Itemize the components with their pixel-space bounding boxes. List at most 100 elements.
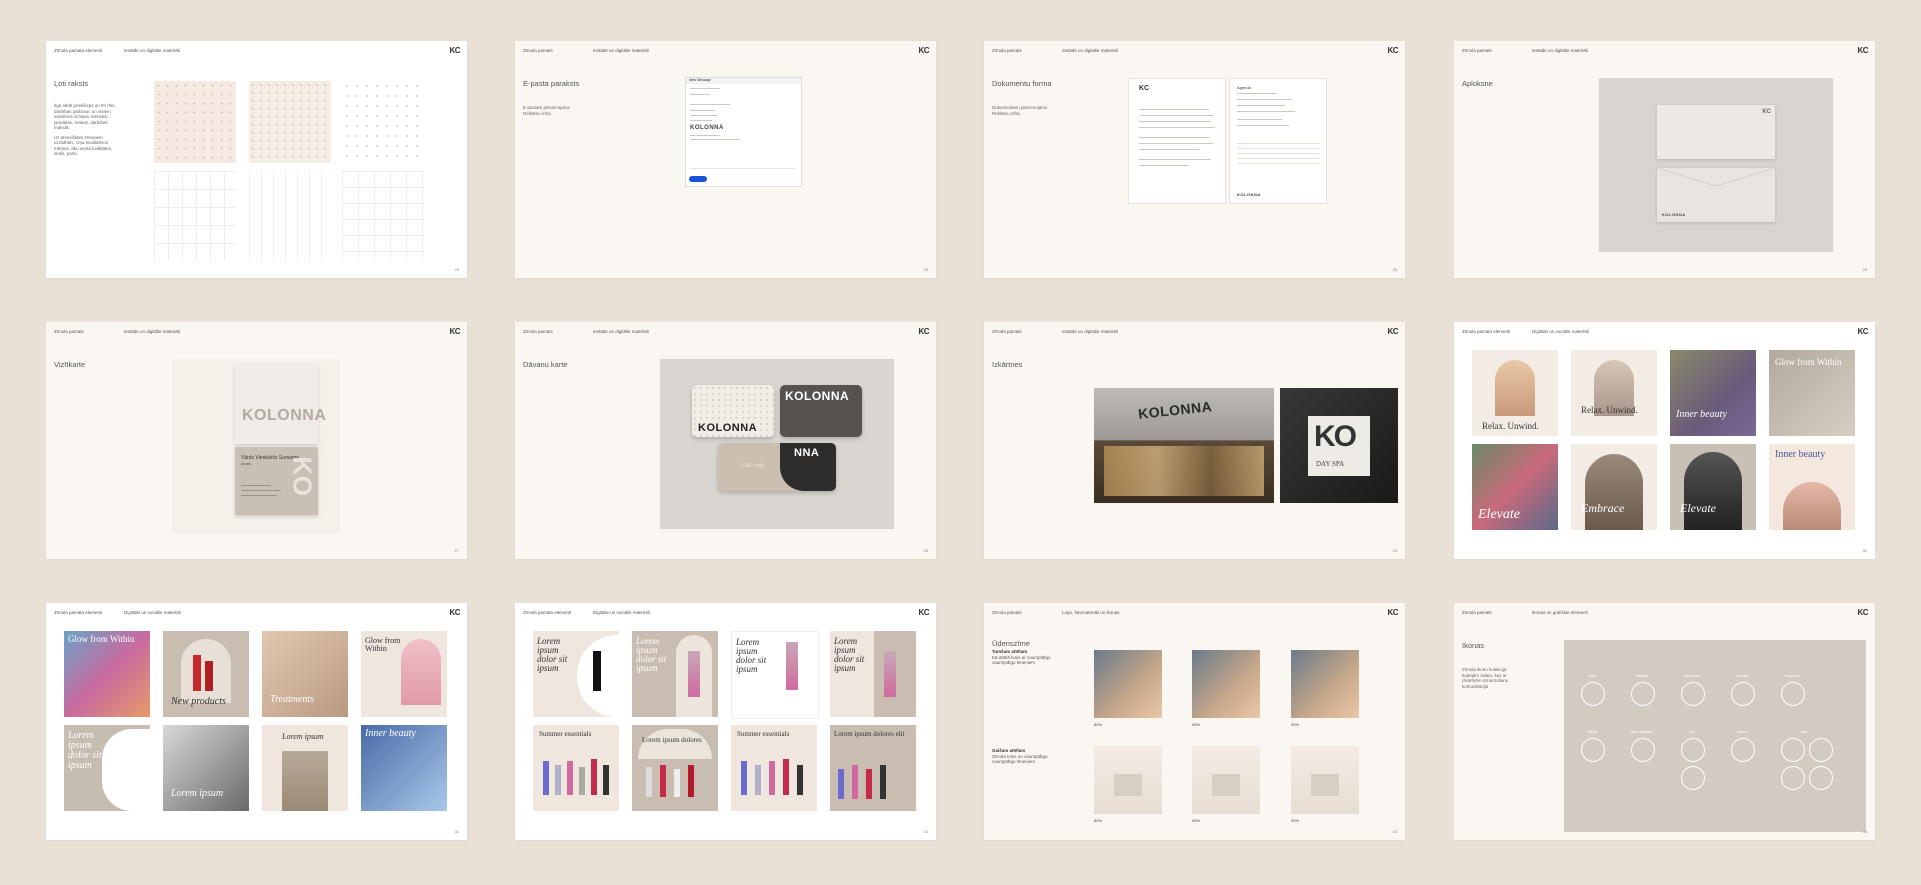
brand-logo: KC xyxy=(1857,327,1868,336)
slide-gift-card: Zīmola pamats Iestāde un digitālie mater… xyxy=(515,322,936,559)
tile-text: Glow from Within xyxy=(1775,357,1842,367)
slide-description: Zīmola ikonu kolekcija kopējām stilam, k… xyxy=(1462,667,1509,689)
social-tile: Lorem ipsum dolor sit ipsum xyxy=(64,725,150,811)
tile-text: Lorem ipsum dolor sit ipsum xyxy=(736,637,767,674)
social-tile: Elevate xyxy=(1472,444,1558,530)
tile-text: Summer essentials xyxy=(539,730,592,738)
massage-icon xyxy=(1631,682,1655,706)
page-number: 29 xyxy=(1392,548,1397,553)
product-tile: Lorem ipsum dolor sit ipsum xyxy=(632,631,718,717)
social-tile: Lorem ipsum xyxy=(163,725,249,811)
slide-header-middle: Digitālie un sociālie materiāli xyxy=(124,610,181,615)
slide-pattern: Zīmola pamata elementi Iestāde un digitā… xyxy=(46,41,467,278)
slide-header-middle: Digitālie un sociālie materiāli xyxy=(593,610,650,615)
social-tile: New products xyxy=(163,631,249,717)
face-icon xyxy=(1581,682,1605,706)
peeling-icon xyxy=(1581,738,1605,762)
agenda-title: Agenda xyxy=(1237,85,1251,90)
slide-header-middle: Digitālie un sociālie materiāli xyxy=(1532,329,1589,334)
slide-header-left: Zīmola pamats xyxy=(1462,48,1492,53)
slide-header-left: Zīmola pamats xyxy=(523,329,553,334)
brand-logo: KC xyxy=(1387,46,1398,55)
spa-icon xyxy=(1681,738,1705,762)
storefront-photo: KOLONNA xyxy=(1094,388,1274,503)
slide-header-left: Zīmola pamats xyxy=(992,329,1022,334)
card-brand: KOLONNA xyxy=(242,407,327,424)
pattern-outline-2 xyxy=(249,171,331,261)
gift-card-brand: KOLONNA xyxy=(696,422,760,434)
watermark-dark-title: Tumšam attēlam xyxy=(992,649,1028,654)
email-line xyxy=(690,115,718,117)
blade-sign-logo: KO xyxy=(1314,420,1357,453)
tile-text: Embrace xyxy=(1581,501,1625,515)
card-big-logo: KO xyxy=(287,456,318,497)
icon-label: Ķermenis xyxy=(1684,674,1700,678)
watermark-light-title: Gaišam attēlam xyxy=(992,748,1026,753)
slide-header-middle: Iestāde un digitālie materiāli xyxy=(124,48,180,53)
tile-text: Inner beauty xyxy=(365,728,416,739)
tile-text: Summer essentials xyxy=(737,730,790,738)
envelope-front: KC xyxy=(1657,105,1775,159)
icon-label: Pīlings xyxy=(1586,730,1598,734)
brand-logo: KC xyxy=(449,608,460,617)
document-logo: KC xyxy=(1139,85,1150,92)
tile-text: Lorem ipsum dolor sit ipsum xyxy=(636,636,667,673)
product-tile: Summer essentials xyxy=(731,725,817,811)
opacity-label: 60% xyxy=(1094,722,1103,727)
social-tile: Relax. Unwind. xyxy=(1571,350,1657,436)
card-front: KOLONNA xyxy=(235,364,326,444)
gift-card-brand-tail: NNA xyxy=(794,447,820,459)
icon-label: Plaukstas xyxy=(1784,674,1800,678)
opacity-label: 20% xyxy=(1291,818,1300,823)
blade-sign: KO DAY SPA xyxy=(1308,416,1370,476)
skincare-icon xyxy=(1631,738,1655,762)
opacity-label: 40% xyxy=(1192,818,1201,823)
tile-text: Lorem ipsum dolores elit xyxy=(834,730,905,738)
social-tile: Lorem ipsum xyxy=(262,725,348,811)
gift-card-dark: KOLONNA xyxy=(780,385,862,437)
slide-signage: Zīmola pamats Iestāde un digitālie mater… xyxy=(984,322,1405,559)
slide-title: Izkārtnes xyxy=(992,360,1023,369)
product-tile: Lorem ipsum dolor sit ipsum xyxy=(533,631,619,717)
send-button[interactable]: Send xyxy=(689,176,707,190)
tile-text: Lorem ipsum dolores xyxy=(642,736,702,744)
gift-backdrop: KOLONNA KOLONNA Gift card NNA xyxy=(660,359,894,529)
email-line xyxy=(690,88,720,90)
blade-sign-photo: KO DAY SPA xyxy=(1280,388,1398,503)
brand-logo: KC xyxy=(449,327,460,336)
product-tile: Summer essentials xyxy=(533,725,619,811)
pattern-outline-3 xyxy=(342,171,424,261)
social-tile: Inner beauty xyxy=(1670,350,1756,436)
tile-text: Lorem ipsum dolor sit ipsum xyxy=(834,636,865,673)
watermark-photo xyxy=(1192,650,1260,718)
water-icon xyxy=(1731,738,1755,762)
tile-text: Relax. Unwind. xyxy=(1581,405,1638,415)
envelope-backdrop: KC KOLONNA xyxy=(1599,78,1833,252)
social-tile: Glow from Within xyxy=(361,631,447,717)
icon-label: Aromāts xyxy=(1735,674,1749,678)
card-role: Amats xyxy=(241,462,251,466)
pattern-outline-1 xyxy=(154,171,236,261)
social-tile: Glow from Within xyxy=(64,631,150,717)
social-tile: Glow from Within xyxy=(1769,350,1855,436)
tile-text: Lorem ipsum dolor sit ipsum xyxy=(68,730,102,771)
slide-icons: Zīmola pamats Ikonas un grafiskie elemen… xyxy=(1454,603,1875,840)
icon-label: Acis xyxy=(1800,730,1808,734)
slide-product-posts: Zīmola pamata elementi Digitālie un soci… xyxy=(515,603,936,840)
slide-header-left: Zīmola pamata elementi xyxy=(54,610,103,615)
social-tile: Inner beauty xyxy=(1769,444,1855,530)
page-number: 26 xyxy=(1392,267,1397,272)
icon-label: Ūdens xyxy=(1736,730,1748,734)
slide-title: E-pasta paraksts xyxy=(523,79,580,88)
envelope-back: KOLONNA xyxy=(1657,168,1775,222)
brand-logo: KC xyxy=(1857,46,1868,55)
hands-icon xyxy=(1781,682,1805,706)
slide-title: Ūdenszīme xyxy=(992,639,1030,648)
page-number: 31 xyxy=(454,829,459,834)
slide-email-signature: Zīmola pamats Iestāde un digitālie mater… xyxy=(515,41,936,278)
slide-header-middle: Ikonas un grafiskie elementi xyxy=(1532,610,1588,615)
social-tile: Treatments xyxy=(262,631,348,717)
social-tile: Inner beauty xyxy=(361,725,447,811)
slide-header-left: Zīmola pamats xyxy=(1462,610,1492,615)
opacity-label: 40% xyxy=(1192,722,1201,727)
